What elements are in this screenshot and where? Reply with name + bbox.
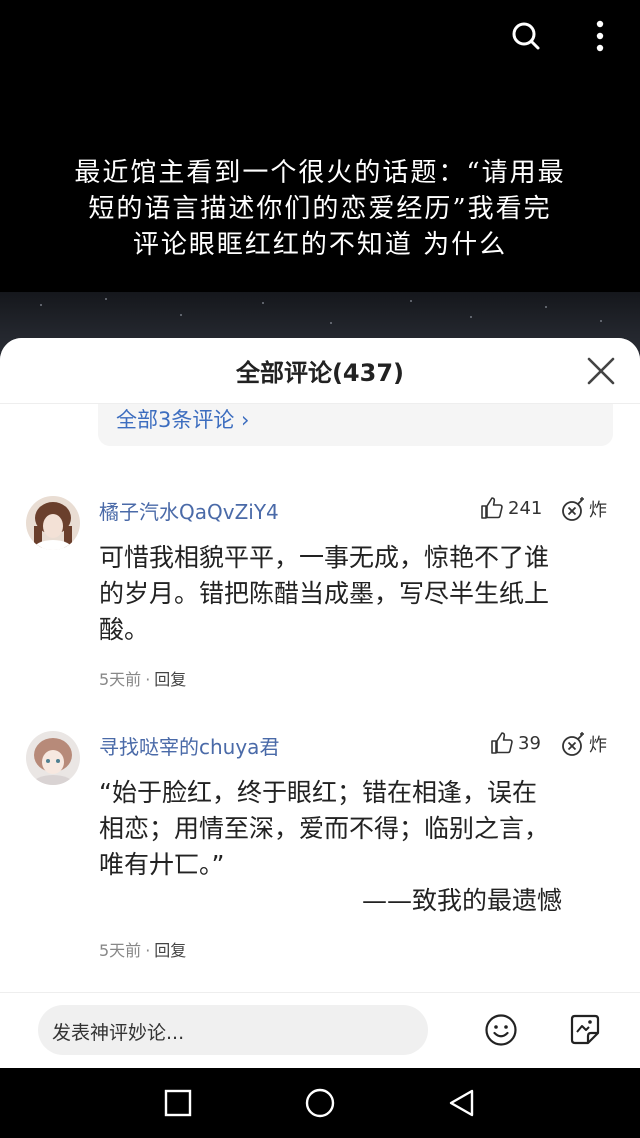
image-sticker-icon[interactable]: [568, 1013, 602, 1047]
username[interactable]: 橘子汽水QaQvZiY4: [99, 496, 279, 525]
bomb-button[interactable]: 炸: [561, 731, 607, 757]
comment-sheet: 全部3条评论 › 全部评论(437) 橘子汽水QaQvZiY4 241 炸 可惜…: [0, 338, 640, 1068]
thumbs-up-icon: [491, 732, 513, 754]
comment-time: 5天前: [99, 941, 142, 960]
username[interactable]: 寻找哒宰的chuya君: [99, 731, 279, 760]
view-all-replies-link[interactable]: 全部3条评论 ›: [116, 404, 249, 434]
comment-input-bar: 发表神评妙论...: [0, 992, 640, 1068]
home-icon[interactable]: [303, 1086, 337, 1120]
video-area[interactable]: 最近馆主看到一个很火的话题：“请用最 短的语言描述你们的恋爱经历”我看完 评论眼…: [0, 0, 640, 360]
video-caption: 最近馆主看到一个很火的话题：“请用最 短的语言描述你们的恋爱经历”我看完 评论眼…: [74, 158, 566, 260]
bomb-icon: [562, 497, 584, 521]
more-vertical-icon[interactable]: [580, 16, 620, 56]
emoji-icon[interactable]: [484, 1013, 518, 1047]
system-nav-bar: [0, 1068, 640, 1138]
meta-separator: ·: [145, 670, 151, 689]
avatar[interactable]: [26, 731, 80, 785]
reply-button[interactable]: 回复: [154, 941, 186, 960]
sheet-title: 全部评论(437): [235, 359, 405, 387]
comment-meta: 5天前 · 回复: [99, 666, 186, 690]
meta-separator: ·: [145, 941, 151, 960]
comment-meta: 5天前 · 回复: [99, 937, 186, 961]
like-count: 39: [518, 732, 541, 754]
like-count: 241: [508, 497, 543, 519]
bomb-button[interactable]: 炸: [561, 496, 607, 522]
comment-signature: ——致我的最遗憾: [362, 886, 563, 915]
reply-button[interactable]: 回复: [154, 670, 186, 689]
bomb-icon: [562, 732, 584, 756]
like-button[interactable]: 39: [490, 731, 541, 755]
bomb-label: 炸: [589, 735, 607, 756]
bomb-label: 炸: [589, 500, 607, 521]
search-icon[interactable]: [506, 16, 546, 56]
comment-text: “始于脸红，终于眼红；错在相逢，误在 相恋；用情至深，爱而不得；临别之言， 唯有…: [99, 778, 550, 879]
sheet-header: 全部评论(437): [0, 338, 640, 404]
back-icon[interactable]: [445, 1086, 479, 1120]
comment-input-placeholder: 发表神评妙论...: [52, 1022, 185, 1044]
recent-apps-icon[interactable]: [161, 1086, 195, 1120]
comment-text: 可惜我相貌平平，一事无成，惊艳不了谁 的岁月。错把陈醋当成墨，写尽半生纸上 酸。: [99, 543, 550, 644]
comment-time: 5天前: [99, 670, 142, 689]
close-icon[interactable]: [586, 356, 616, 386]
like-button[interactable]: 241: [480, 496, 542, 520]
avatar[interactable]: [26, 496, 80, 550]
comment-input[interactable]: 发表神评妙论...: [38, 1005, 428, 1055]
thumbs-up-icon: [481, 497, 503, 519]
